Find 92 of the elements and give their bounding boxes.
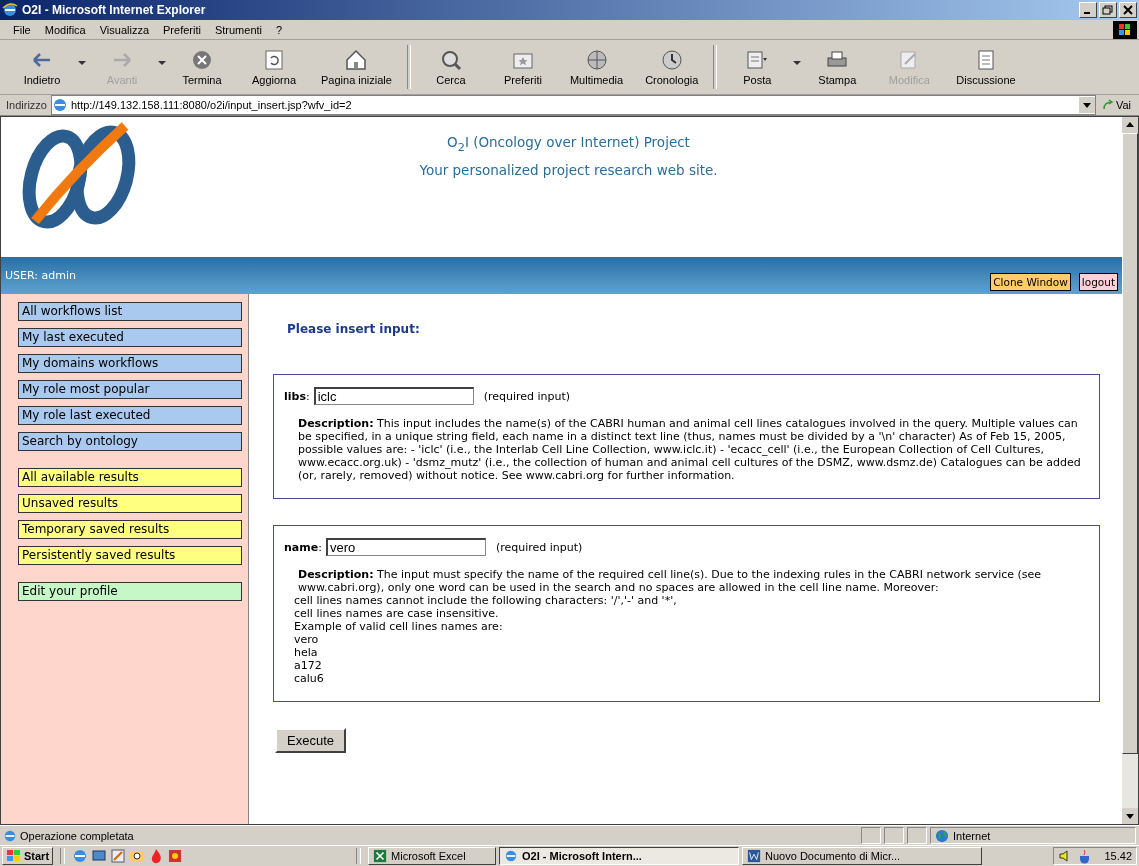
toolbar-button[interactable]: Discussione: [950, 46, 1022, 88]
menu-item[interactable]: Preferiti: [156, 23, 208, 36]
go-button[interactable]: Vai: [1095, 99, 1137, 111]
globe-icon: [935, 828, 949, 843]
menu-item[interactable]: Modifica: [37, 23, 93, 36]
execute-button[interactable]: Execute: [275, 728, 346, 753]
sidebar-link[interactable]: Temporary saved results: [18, 520, 242, 539]
clock: 15.42: [1104, 850, 1132, 862]
user-label: USER: admin: [5, 269, 77, 282]
toolbar-button[interactable]: Termina: [171, 46, 233, 88]
description-line: calu6: [293, 672, 325, 685]
search-icon[interactable]: [129, 848, 146, 864]
dropdown-caret-icon[interactable]: [793, 61, 802, 65]
page-heading: Please insert input:: [287, 322, 421, 336]
clock-icon: [659, 48, 684, 72]
browser-icon: [504, 849, 519, 863]
status-pane: [907, 827, 927, 844]
toolbar-button[interactable]: Stampa: [806, 46, 869, 88]
sidebar-link[interactable]: Unsaved results: [18, 494, 242, 513]
globe-icon: [584, 48, 609, 72]
menu-item[interactable]: Visualizza: [92, 23, 157, 36]
taskbar-button[interactable]: Nuovo Documento di Micr...: [742, 847, 983, 865]
sidebar-link[interactable]: My last executed: [18, 328, 242, 347]
page-icon: [51, 97, 68, 113]
scroll-down-icon[interactable]: [1122, 808, 1138, 824]
sidebar-link[interactable]: My domains workflows: [18, 354, 242, 373]
windows-logo-icon: [1113, 20, 1137, 39]
sidebar-link[interactable]: My role last executed: [18, 406, 242, 425]
project-title: O$_{2}$I (Oncology over Internet) Project: [447, 133, 690, 156]
logout-button[interactable]: logout: [1078, 272, 1118, 291]
home-icon: [344, 48, 369, 72]
project-subtitle: Your personalized project research web site.: [419, 160, 718, 180]
mail-icon: [745, 48, 770, 72]
sidebar-link[interactable]: All available results: [18, 468, 242, 487]
toolbar-button[interactable]: Multimedia: [563, 46, 630, 88]
field-label: libs:: [284, 389, 310, 403]
sidebar-link[interactable]: Persistently saved results: [18, 546, 242, 565]
toolbar-button[interactable]: Cerca: [419, 46, 482, 88]
input-field[interactable]: iclc: [313, 387, 474, 405]
description-line: cell lines names cannot include the following characters: '/','-' and '*',: [293, 594, 678, 607]
toolbar-button[interactable]: Preferiti: [491, 46, 554, 88]
description-line: Example of valid cell lines names are:: [293, 620, 504, 633]
menu-item[interactable]: ?: [269, 23, 290, 36]
sidebar-link[interactable]: My role most popular: [18, 380, 242, 399]
address-field[interactable]: http://149.132.158.111:8080/o2i/input_insert.jsp?wfv_id=2: [50, 95, 1096, 115]
windows-logo-icon: [6, 849, 22, 863]
maximize-icon[interactable]: [1099, 2, 1117, 18]
minimize-icon[interactable]: [1079, 2, 1097, 18]
sidebar-link[interactable]: All workflows list: [18, 302, 242, 321]
app-icon[interactable]: [167, 848, 184, 864]
required-note: (required input): [483, 389, 571, 403]
zone-label: Internet: [953, 829, 991, 842]
field-label: name:: [284, 540, 322, 554]
page-icon: [3, 828, 17, 843]
description-text: Description: The input must specify the name of the required cell line(s). Due to the indexing rules in the CABRI network service (see www.cabri.org), only one word can be used in the search and no spaces are allowed in the cell line name. Moreover:: [297, 568, 1043, 594]
required-note: (required input): [495, 540, 583, 554]
spreadsheet-icon: [373, 849, 388, 863]
refresh-icon: [262, 48, 286, 72]
description-text: Description: This input includes the name(s) of the CABRI human and animal cell lines catalogues involved in the query. Multiple values can be specified, in a unique string field, each name in a distinct text line (thus, names must be divided by a '\n' character) As of Feb 15, 2005, possible values are: - 'iclc' (i.e., the Interlab Cell Line Collection, www.iclc.it) - 'ecacc_cell' (i.e., the European Collection of Cell Cultures, www.ecacc.org.uk) - 'dsmz_mutz' (i.e., the collection of human and animal cell cultures of the DSMZ, www.dsmz.de) Catalogues can be added (or, rarely, removed) without notice. See www.cabri.org for further information.: [297, 417, 1082, 482]
status-text: Operazione completata: [20, 829, 135, 842]
menu-item[interactable]: File: [6, 23, 38, 36]
toolbar-button[interactable]: Indietro: [11, 46, 73, 88]
browser-icon: [2, 2, 18, 18]
description-line: a172: [293, 659, 323, 672]
status-pane: [884, 827, 904, 844]
start-button[interactable]: Start: [2, 847, 54, 865]
dropdown-caret-icon[interactable]: [1078, 97, 1095, 113]
document-icon: [747, 849, 762, 863]
close-icon[interactable]: [1119, 2, 1137, 18]
clone-window-button[interactable]: Clone Window: [990, 272, 1071, 291]
description-line: cell lines names are case insensitive.: [293, 607, 500, 620]
toolbar-button[interactable]: Aggiorna: [243, 46, 305, 88]
browser-icon[interactable]: [72, 848, 89, 864]
sidebar-link[interactable]: Search by ontology: [18, 432, 242, 451]
stop-icon: [190, 48, 214, 72]
toolbar-button[interactable]: Posta: [726, 46, 789, 88]
description-line: hela: [293, 646, 319, 659]
taskbar-button[interactable]: O2I - Microsoft Intern...: [499, 847, 740, 865]
sidebar-link[interactable]: Edit your profile: [18, 582, 242, 601]
window-title: O2I - Microsoft Internet Explorer: [22, 3, 207, 17]
desktop-icon[interactable]: [91, 848, 108, 864]
menu-item[interactable]: Strumenti: [207, 23, 269, 36]
toolbar-button[interactable]: Pagina iniziale: [315, 46, 398, 88]
description-line: vero: [293, 633, 320, 646]
dropdown-caret-icon[interactable]: [78, 61, 86, 65]
taskbar-button[interactable]: Microsoft Excel: [368, 847, 497, 865]
input-field[interactable]: vero: [325, 538, 486, 556]
address-label: Indirizzo: [5, 99, 48, 111]
toolbar-button[interactable]: Cronologia: [639, 46, 705, 88]
go-arrow-icon: [1101, 99, 1114, 111]
status-pane: [861, 827, 881, 844]
scroll-up-icon[interactable]: [1122, 117, 1138, 133]
